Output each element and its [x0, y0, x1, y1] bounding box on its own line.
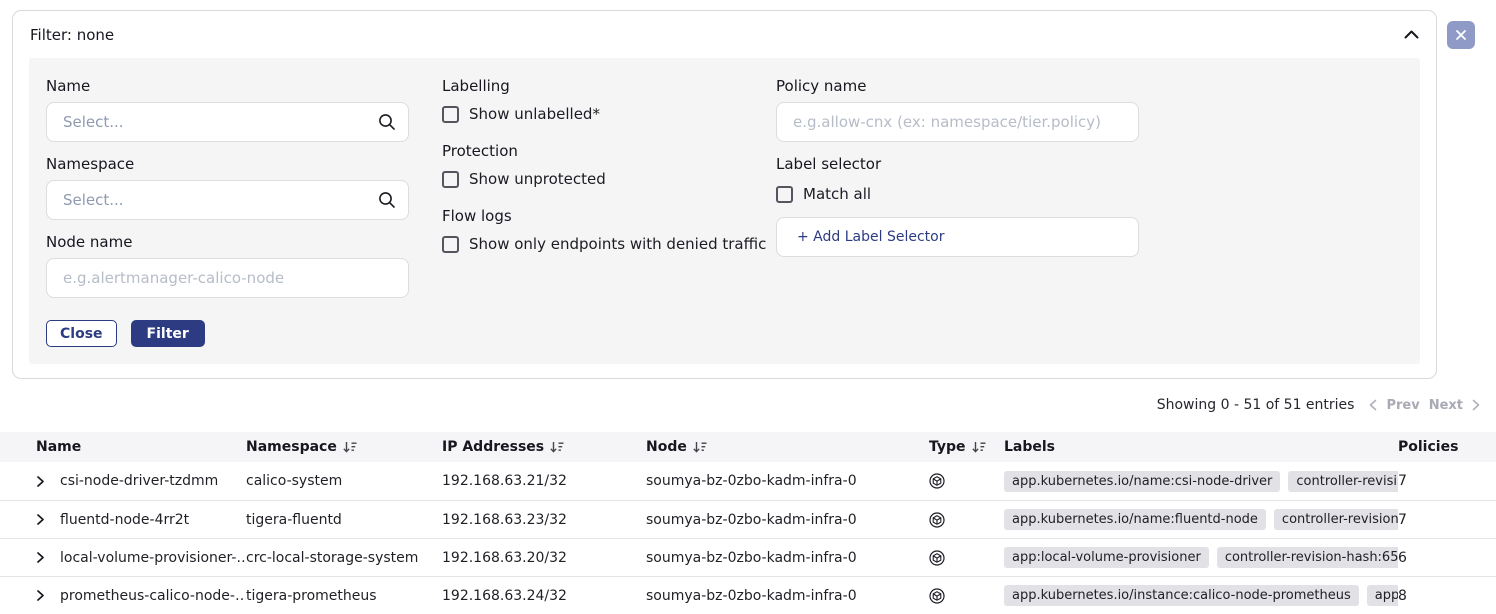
pod-icon [929, 473, 1004, 489]
prev-arrow-icon[interactable] [1369, 399, 1377, 411]
expand-row-chevron-icon[interactable] [36, 589, 60, 602]
endpoint-node: soumya-bz-0zbo-kadm-infra-0 [646, 588, 929, 604]
labels-cell: app:local-volume-provisioner controller-… [1004, 547, 1398, 568]
labelling-heading: Labelling [442, 77, 776, 95]
name-field-label: Name [46, 77, 442, 95]
label-chip: app:local-volume-provisioner [1004, 547, 1209, 568]
endpoint-ip: 192.168.63.21/32 [442, 473, 646, 489]
search-icon [378, 113, 396, 131]
column-header-labels[interactable]: Labels [1004, 439, 1398, 455]
show-unlabelled-checkbox[interactable] [442, 106, 459, 123]
endpoint-node: soumya-bz-0zbo-kadm-infra-0 [646, 512, 929, 528]
entries-summary: Showing 0 - 51 of 51 entries [1157, 397, 1355, 413]
endpoint-namespace: calico-system [246, 473, 442, 489]
node-name-field-label: Node name [46, 233, 442, 251]
show-unprotected-label[interactable]: Show unprotected [469, 170, 606, 188]
label-chip: app.kubernetes.io/name:fluentd-node [1004, 509, 1266, 530]
label-chip: controller-revision-hash:65… [1217, 547, 1398, 568]
filter-column-left: Name Namespace Node name Close Filt [46, 75, 442, 347]
collapse-filter-button[interactable] [1404, 30, 1419, 39]
filter-button[interactable]: Filter [131, 320, 205, 347]
column-header-namespace[interactable]: Namespace [246, 439, 442, 455]
filter-column-right: Policy name Label selector Match all + A… [776, 75, 1420, 347]
pagination-bar: Showing 0 - 51 of 51 entries Prev Next [1157, 397, 1480, 413]
label-chip: controller-revision-… [1274, 509, 1398, 530]
label-chip: controller-revisi… [1288, 471, 1398, 492]
column-header-type[interactable]: Type [929, 439, 1004, 455]
label-selector-label: Label selector [776, 155, 1420, 173]
expand-row-chevron-icon[interactable] [36, 551, 60, 564]
expand-row-chevron-icon[interactable] [36, 475, 60, 488]
table-row: fluentd-node-4rr2t tigera-fluentd 192.16… [0, 500, 1496, 538]
table-header-row: Name Namespace IP Addresses Node Type La… [0, 432, 1496, 462]
name-select-input[interactable] [46, 102, 409, 142]
sort-icon[interactable] [550, 441, 564, 453]
column-header-policies[interactable]: Policies [1398, 439, 1496, 455]
column-header-name[interactable]: Name [36, 439, 246, 455]
filter-form: Name Namespace Node name Close Filt [29, 58, 1420, 364]
table-row: local-volume-provisioner-… crc-local-sto… [0, 538, 1496, 576]
labels-cell: app.kubernetes.io/name:csi-node-driver c… [1004, 471, 1398, 492]
match-all-checkbox[interactable] [776, 186, 793, 203]
x-icon [1455, 29, 1467, 41]
pod-icon [929, 550, 1004, 566]
endpoint-ip: 192.168.63.20/32 [442, 550, 646, 566]
sort-icon[interactable] [972, 441, 986, 453]
next-arrow-icon[interactable] [1472, 399, 1480, 411]
policies-count: 7 [1398, 473, 1496, 489]
policies-count: 6 [1398, 550, 1496, 566]
endpoint-namespace: crc-local-storage-system [246, 550, 442, 566]
column-header-ip-addresses[interactable]: IP Addresses [442, 439, 646, 455]
add-label-selector-button[interactable]: + Add Label Selector [776, 217, 1139, 257]
endpoint-node: soumya-bz-0zbo-kadm-infra-0 [646, 550, 929, 566]
endpoint-name: csi-node-driver-tzdmm [60, 473, 246, 489]
show-unlabelled-label[interactable]: Show unlabelled* [469, 105, 600, 123]
endpoint-node: soumya-bz-0zbo-kadm-infra-0 [646, 473, 929, 489]
pod-icon [929, 588, 1004, 604]
match-all-label[interactable]: Match all [803, 185, 871, 203]
close-button[interactable]: Close [46, 320, 117, 347]
flow-logs-heading: Flow logs [442, 207, 776, 225]
column-header-node[interactable]: Node [646, 439, 929, 455]
policy-name-field-label: Policy name [776, 77, 1420, 95]
prev-page-button[interactable]: Prev [1386, 398, 1419, 413]
endpoint-ip: 192.168.63.24/32 [442, 588, 646, 604]
filter-column-middle: Labelling Show unlabelled* Protection Sh… [442, 75, 776, 347]
denied-traffic-checkbox[interactable] [442, 236, 459, 253]
endpoint-namespace: tigera-fluentd [246, 512, 442, 528]
policies-count: 7 [1398, 512, 1496, 528]
node-name-input[interactable] [46, 258, 409, 298]
label-chip: app.kubernetes.io/name:csi-node-driver [1004, 471, 1280, 492]
show-unprotected-checkbox[interactable] [442, 171, 459, 188]
endpoint-ip: 192.168.63.23/32 [442, 512, 646, 528]
endpoint-name: fluentd-node-4rr2t [60, 512, 246, 528]
search-icon [378, 191, 396, 209]
expand-row-chevron-icon[interactable] [36, 513, 60, 526]
table-row: csi-node-driver-tzdmm calico-system 192.… [0, 462, 1496, 500]
namespace-field-label: Namespace [46, 155, 442, 173]
pod-icon [929, 512, 1004, 528]
sort-icon[interactable] [693, 441, 707, 453]
sort-icon[interactable] [343, 441, 357, 453]
endpoint-name: prometheus-calico-node-… [60, 588, 246, 604]
endpoint-name: local-volume-provisioner-… [60, 550, 246, 566]
namespace-select-input[interactable] [46, 180, 409, 220]
close-panel-button[interactable] [1447, 21, 1475, 49]
next-page-button[interactable]: Next [1429, 398, 1463, 413]
chevron-up-icon [1404, 30, 1419, 39]
filter-panel-header: Filter: none [13, 11, 1436, 58]
protection-heading: Protection [442, 142, 776, 160]
denied-traffic-label[interactable]: Show only endpoints with denied traffic [469, 235, 766, 253]
filter-title: Filter: none [30, 26, 114, 44]
policies-count: 8 [1398, 588, 1496, 604]
policy-name-input[interactable] [776, 102, 1139, 142]
filter-panel: Filter: none Name Namespace [12, 10, 1437, 379]
labels-cell: app.kubernetes.io/name:fluentd-node cont… [1004, 509, 1398, 530]
endpoint-namespace: tigera-prometheus [246, 588, 442, 604]
table-row: prometheus-calico-node-… tigera-promethe… [0, 576, 1496, 614]
endpoints-table: Name Namespace IP Addresses Node Type La… [0, 432, 1496, 614]
